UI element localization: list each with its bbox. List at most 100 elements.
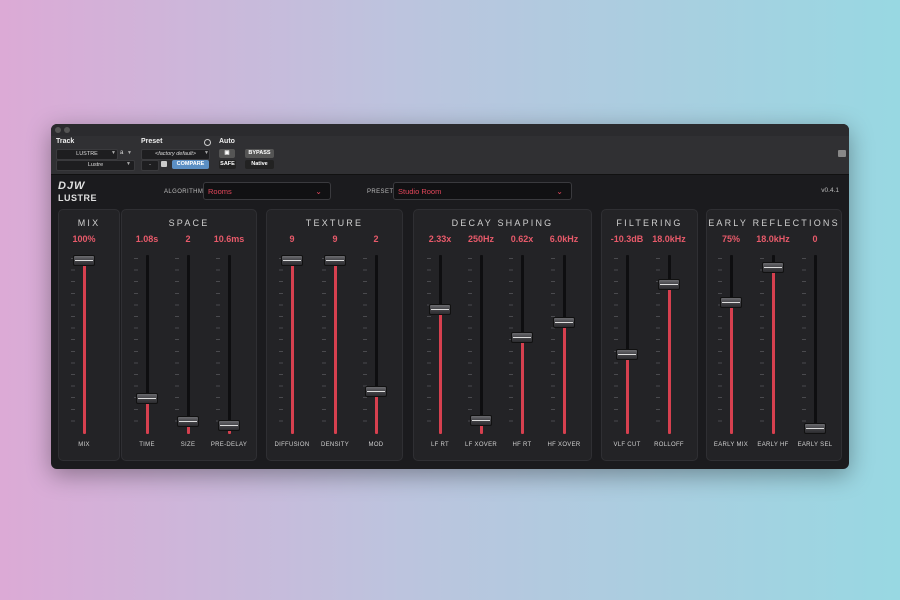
track-select[interactable]: LUSTRE	[56, 149, 118, 160]
diffusion-scale-ticks	[279, 258, 283, 432]
vlf-cut-fader-fill	[625, 354, 629, 434]
version-label: v0.4.1	[821, 187, 839, 194]
settings-icon[interactable]	[838, 150, 846, 157]
preset-label: Preset	[141, 138, 163, 145]
bypass-button[interactable]: BYPASS	[245, 149, 274, 158]
vlf-cut-fader-handle[interactable]	[616, 349, 638, 361]
early-hf-fader-fill	[771, 267, 775, 434]
size-fader-handle[interactable]	[177, 416, 199, 428]
algorithm-label: ALGORITHM	[164, 189, 204, 195]
window-close-button[interactable]	[55, 127, 61, 133]
copy-icon[interactable]	[161, 161, 167, 167]
mod-fader-handle[interactable]	[365, 386, 387, 398]
diffusion-fader-fill	[290, 260, 294, 434]
hf-xover-fader-fill	[562, 322, 566, 434]
diffusion-fader-handle[interactable]	[281, 255, 303, 266]
lf-xover-fader-track[interactable]	[479, 255, 483, 434]
pre-delay-fader-track[interactable]	[227, 255, 231, 434]
mix-value: 100%	[72, 234, 96, 244]
auto-icon[interactable]: ▣	[219, 149, 235, 158]
group-title: SPACE	[168, 218, 210, 228]
pre-delay-fader-handle[interactable]	[218, 419, 240, 431]
algorithm-chevron-down-icon: ⌄	[315, 187, 322, 196]
logo: DJW LUSTRE	[58, 180, 97, 203]
group-title: EARLY REFLECTIONS	[708, 218, 840, 228]
pre-delay-value: 10.6ms	[213, 234, 245, 244]
preset-minus-button[interactable]: -	[141, 160, 159, 171]
rolloff-fader-fill	[667, 284, 671, 434]
time-scale-ticks	[134, 258, 138, 432]
mix-fader-handle[interactable]	[73, 255, 95, 266]
rolloff-value: 18.0kHz	[652, 234, 686, 244]
hf-xover-label: HF XOVER	[547, 442, 581, 448]
track-select-value: LUSTRE	[76, 151, 98, 157]
early-sel-fader-handle[interactable]	[804, 423, 826, 434]
preset-chevron-down-icon: ⌄	[556, 187, 563, 196]
rolloff-fader-handle[interactable]	[658, 278, 680, 290]
logo-top: DJW	[58, 180, 86, 192]
plugin-window: Track Preset Auto LUSTRE ▼ a ▼ Lustre ▼ …	[51, 124, 849, 469]
early-mix-scale-ticks	[718, 258, 722, 432]
hf-xover-value: 6.0kHz	[549, 234, 579, 244]
group-mix: MIX	[58, 209, 120, 461]
density-fader-fill	[333, 260, 337, 434]
early-sel-fader-track[interactable]	[813, 255, 817, 434]
early-sel-label: EARLY SEL	[797, 442, 833, 448]
mod-fader-fill	[374, 391, 378, 434]
mod-value: 2	[373, 234, 379, 244]
lf-xover-fader-handle[interactable]	[470, 414, 492, 426]
native-button[interactable]: Native	[245, 160, 274, 169]
early-mix-fader-fill	[729, 302, 733, 434]
track-letter-chevron-icon: ▼	[127, 150, 132, 156]
algorithm-value: Rooms	[208, 187, 232, 196]
safe-button[interactable]: SAFE	[219, 160, 236, 169]
preset-minus-label: -	[149, 162, 151, 168]
early-hf-fader-handle[interactable]	[762, 261, 784, 273]
compare-button[interactable]: COMPARE	[172, 160, 209, 169]
preset-value: Studio Room	[398, 187, 442, 196]
size-scale-ticks	[175, 258, 179, 432]
hf-rt-fader-fill	[520, 337, 524, 434]
insert-select[interactable]: Lustre	[56, 160, 135, 171]
early-mix-fader-handle[interactable]	[720, 297, 742, 308]
hf-xover-scale-ticks	[551, 258, 555, 432]
track-select-chevron-icon: ▼	[111, 150, 116, 156]
mix-fader-fill	[82, 260, 86, 434]
insert-select-chevron-icon: ▼	[126, 161, 131, 167]
density-fader-handle[interactable]	[324, 255, 346, 266]
power-icon[interactable]	[204, 139, 211, 146]
lf-rt-fader-fill	[438, 309, 442, 434]
group-title: FILTERING	[616, 218, 683, 228]
preset-select[interactable]: <factory default>	[141, 149, 210, 160]
preset-select-value: <factory default>	[155, 151, 196, 157]
pre-delay-scale-ticks	[216, 258, 220, 432]
mix-scale-ticks	[71, 258, 75, 432]
insert-select-value: Lustre	[87, 162, 104, 168]
host-header: Track Preset Auto LUSTRE ▼ a ▼ Lustre ▼ …	[51, 136, 849, 175]
hf-xover-fader-handle[interactable]	[553, 317, 575, 329]
window-minimize-button[interactable]	[64, 127, 70, 133]
early-sel-scale-ticks	[802, 258, 806, 432]
track-letter: a	[120, 150, 124, 156]
rolloff-label: ROLLOFF	[654, 442, 684, 448]
pre-delay-label: PRE-DELAY	[210, 442, 248, 448]
preset-dropdown-label: PRESET	[367, 189, 394, 195]
group-title: DECAY SHAPING	[451, 218, 554, 228]
group-title: MIX	[77, 218, 101, 228]
size-fader-track[interactable]	[186, 255, 190, 434]
algorithm-dropdown[interactable]: Rooms ⌄	[203, 182, 331, 200]
auto-label: Auto	[219, 138, 235, 145]
early-hf-scale-ticks	[760, 258, 764, 432]
hf-rt-fader-handle[interactable]	[511, 332, 533, 344]
group-title: TEXTURE	[305, 218, 364, 228]
mod-scale-ticks	[363, 258, 367, 432]
mod-label: MOD	[368, 442, 384, 448]
time-fader-handle[interactable]	[136, 392, 158, 404]
lf-xover-scale-ticks	[468, 258, 472, 432]
preset-dropdown[interactable]: Studio Room ⌄	[393, 182, 572, 200]
lf-rt-scale-ticks	[427, 258, 431, 432]
vlf-cut-scale-ticks	[614, 258, 618, 432]
lf-rt-fader-handle[interactable]	[429, 303, 451, 315]
mix-label: MIX	[78, 442, 90, 448]
early-sel-value: 0	[812, 234, 818, 244]
